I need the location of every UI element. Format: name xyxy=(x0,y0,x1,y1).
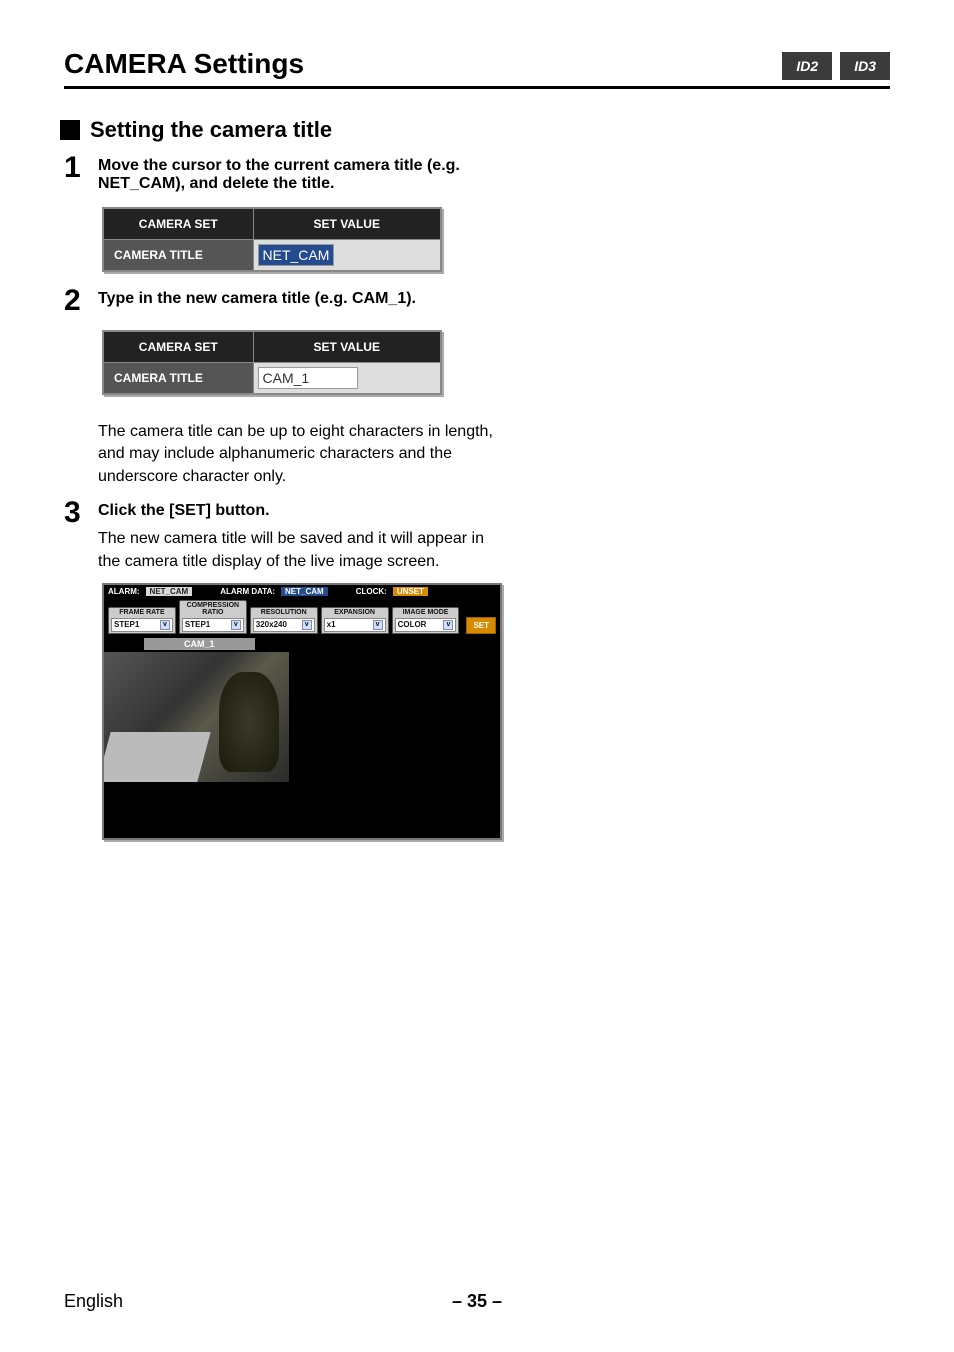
table1-row-label: CAMERA TITLE xyxy=(103,240,253,272)
image-mode-select[interactable]: COLORv xyxy=(395,618,457,632)
clock-value[interactable]: UNSET xyxy=(393,587,428,596)
footer-page-number: – 35 – xyxy=(452,1291,502,1312)
table2-row-label: CAMERA TITLE xyxy=(103,363,253,395)
step-1: 1 Move the cursor to the current camera … xyxy=(64,153,890,193)
step-2-note: 0 The camera title can be up to eight ch… xyxy=(64,409,890,488)
table1-header-setvalue: SET VALUE xyxy=(253,208,441,240)
table1-row-value-cell: NET_CAM xyxy=(253,240,441,272)
page-header: CAMERA Settings ID2 ID3 xyxy=(64,48,890,89)
alarm-value[interactable]: NET_CAM xyxy=(146,587,193,596)
chevron-down-icon: v xyxy=(373,620,383,630)
step-3-paragraph: The new camera title will be saved and i… xyxy=(98,528,498,573)
resolution-control: RESOLUTION 320x240v xyxy=(250,607,318,634)
footer-language: English xyxy=(64,1291,123,1312)
step-2-paragraph: The camera title can be up to eight char… xyxy=(98,421,498,488)
frame-rate-label: FRAME RATE xyxy=(111,609,173,616)
live-topbar: ALARM: NET_CAM ALARM DATA: NET_CAM CLOCK… xyxy=(104,585,500,598)
frame-rate-select[interactable]: STEP1v xyxy=(111,618,173,632)
step-2: 2 Type in the new camera title (e.g. CAM… xyxy=(64,286,890,316)
resolution-label: RESOLUTION xyxy=(253,609,315,616)
step-1-instruction: Move the cursor to the current camera ti… xyxy=(98,157,498,193)
section-heading: Setting the camera title xyxy=(60,117,890,143)
camera-title-input[interactable]: CAM_1 xyxy=(258,367,358,389)
table1-header-cameraset: CAMERA SET xyxy=(103,208,253,240)
header-tags: ID2 ID3 xyxy=(782,52,890,80)
chevron-down-icon: v xyxy=(231,620,241,630)
step-3-instruction: Click the [SET] button. xyxy=(98,502,498,520)
resolution-select[interactable]: 320x240v xyxy=(253,618,315,632)
tag-id3: ID3 xyxy=(840,52,890,80)
camera-set-table-1: CAMERA SET SET VALUE CAMERA TITLE NET_CA… xyxy=(102,207,442,272)
expansion-select[interactable]: x1v xyxy=(324,618,386,632)
tag-id2: ID2 xyxy=(782,52,832,80)
square-bullet-icon xyxy=(60,120,80,140)
step-3: 3 Click the [SET] button. The new camera… xyxy=(64,498,890,573)
page-title: CAMERA Settings xyxy=(64,48,304,80)
camera-feed-image xyxy=(104,652,289,782)
camera-title-input-highlighted[interactable]: NET_CAM xyxy=(258,244,335,266)
section-heading-text: Setting the camera title xyxy=(90,117,332,143)
image-mode-label: IMAGE MODE xyxy=(395,609,457,616)
step-number: 3 xyxy=(64,498,86,528)
alarm-label: ALARM: xyxy=(108,587,140,596)
image-mode-control: IMAGE MODE COLORv xyxy=(392,607,460,634)
expansion-control: EXPANSION x1v xyxy=(321,607,389,634)
live-controls-row: FRAME RATE STEP1v COMPRESSION RATIO STEP… xyxy=(104,598,500,638)
set-button[interactable]: SET xyxy=(466,617,496,634)
camera-set-table-2: CAMERA SET SET VALUE CAMERA TITLE CAM_1 xyxy=(102,330,442,395)
table2-row-value-cell: CAM_1 xyxy=(253,363,441,395)
step-2-instruction: Type in the new camera title (e.g. CAM_1… xyxy=(98,290,498,308)
page-footer: English – 35 – xyxy=(64,1291,890,1312)
step-number: 1 xyxy=(64,153,86,183)
compression-control: COMPRESSION RATIO STEP1v xyxy=(179,600,247,634)
step-number: 2 xyxy=(64,286,86,316)
camera-title-overlay: CAM_1 xyxy=(144,638,255,650)
live-screen: ALARM: NET_CAM ALARM DATA: NET_CAM CLOCK… xyxy=(102,583,502,840)
chevron-down-icon: v xyxy=(302,620,312,630)
live-view-area: CAM_1 xyxy=(104,638,500,838)
clock-label: CLOCK: xyxy=(356,587,387,596)
table2-header-cameraset: CAMERA SET xyxy=(103,331,253,363)
chevron-down-icon: v xyxy=(443,620,453,630)
chevron-down-icon: v xyxy=(160,620,170,630)
expansion-label: EXPANSION xyxy=(324,609,386,616)
alarmdata-label: ALARM DATA: xyxy=(220,587,275,596)
alarmdata-value[interactable]: NET_CAM xyxy=(281,587,328,596)
table2-header-setvalue: SET VALUE xyxy=(253,331,441,363)
frame-rate-control: FRAME RATE STEP1v xyxy=(108,607,176,634)
compression-label: COMPRESSION RATIO xyxy=(182,602,244,616)
compression-select[interactable]: STEP1v xyxy=(182,618,244,632)
